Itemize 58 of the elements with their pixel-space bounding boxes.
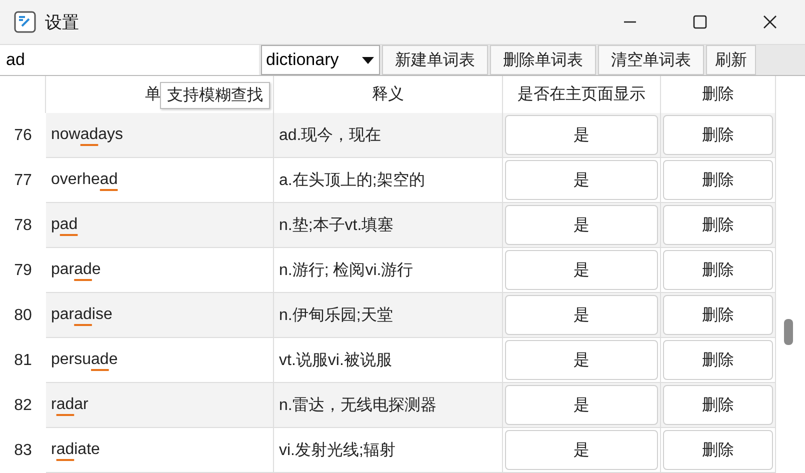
show-button[interactable]: 是 [505, 385, 658, 425]
meaning-cell: vi.发射光线;辐射 [274, 428, 503, 473]
show-button[interactable]: 是 [505, 160, 658, 200]
row-number: 81 [14, 352, 32, 370]
delete-button[interactable]: 删除 [663, 340, 773, 380]
meaning-cell: n.雷达，无线电探测器 [274, 383, 503, 428]
caret-icon [361, 55, 375, 65]
search-field[interactable]: ad [0, 45, 259, 75]
delete-button[interactable]: 删除 [663, 250, 773, 290]
word-cell: overhead [46, 158, 274, 203]
word-cell: nowadays [46, 113, 274, 158]
show-button[interactable]: 是 [505, 250, 658, 290]
word-cell: persuade [46, 338, 274, 383]
row-number: 80 [14, 306, 32, 324]
meaning-cell: ad.现今，现在 [274, 113, 503, 158]
row-number: 79 [14, 262, 32, 280]
toolbar-button[interactable]: 清空单词表 [598, 45, 704, 75]
column-header: 是否在主页面显示 [518, 84, 646, 105]
word-cell: radiate [46, 428, 274, 473]
window-title: 设置 [45, 12, 79, 34]
meaning-cell: a.在头顶上的;架空的 [274, 158, 503, 203]
show-button[interactable]: 是 [505, 295, 658, 335]
meaning-cell: n.游行; 检阅vi.游行 [274, 248, 503, 293]
delete-button[interactable]: 删除 [663, 205, 773, 245]
word-cell: paradise [46, 293, 274, 338]
word-cell: radar [46, 383, 274, 428]
row-number: 77 [14, 172, 32, 190]
toolbar-button[interactable]: 新建单词表 [382, 45, 488, 75]
meaning-cell: n.垫;本子vt.填塞 [274, 203, 503, 248]
column-header: 释义 [372, 84, 404, 105]
maximize-icon [691, 13, 709, 31]
show-button[interactable]: 是 [505, 205, 658, 245]
tooltip: 支持模糊查找 [160, 82, 270, 109]
show-button[interactable]: 是 [505, 430, 658, 470]
column-header: 删除 [702, 85, 734, 105]
delete-button[interactable]: 删除 [663, 115, 773, 155]
row-number: 78 [14, 216, 32, 234]
column-header: 单 [145, 85, 161, 105]
app-icon [14, 11, 36, 33]
delete-button[interactable]: 删除 [663, 295, 773, 335]
close-icon [761, 13, 779, 31]
meaning-cell: n.伊甸乐园;天堂 [274, 293, 503, 338]
delete-button[interactable]: 删除 [663, 430, 773, 470]
row-number: 82 [14, 396, 32, 414]
meaning-cell: vt.说服vi.被说服 [274, 338, 503, 383]
delete-button[interactable]: 删除 [663, 160, 773, 200]
word-cell: parade [46, 248, 274, 293]
minimize-icon [621, 21, 639, 23]
scrollbar-thumb[interactable] [784, 319, 793, 345]
show-button[interactable]: 是 [505, 115, 658, 155]
delete-button[interactable]: 删除 [663, 385, 773, 425]
show-button[interactable]: 是 [505, 340, 658, 380]
dictionary-dropdown[interactable]: dictionary [261, 45, 380, 75]
row-number: 76 [14, 126, 32, 144]
word-cell: pad [46, 203, 274, 248]
row-number: 83 [14, 442, 32, 460]
toolbar-button[interactable]: 刷新 [706, 45, 756, 75]
toolbar-button[interactable]: 删除单词表 [490, 45, 596, 75]
